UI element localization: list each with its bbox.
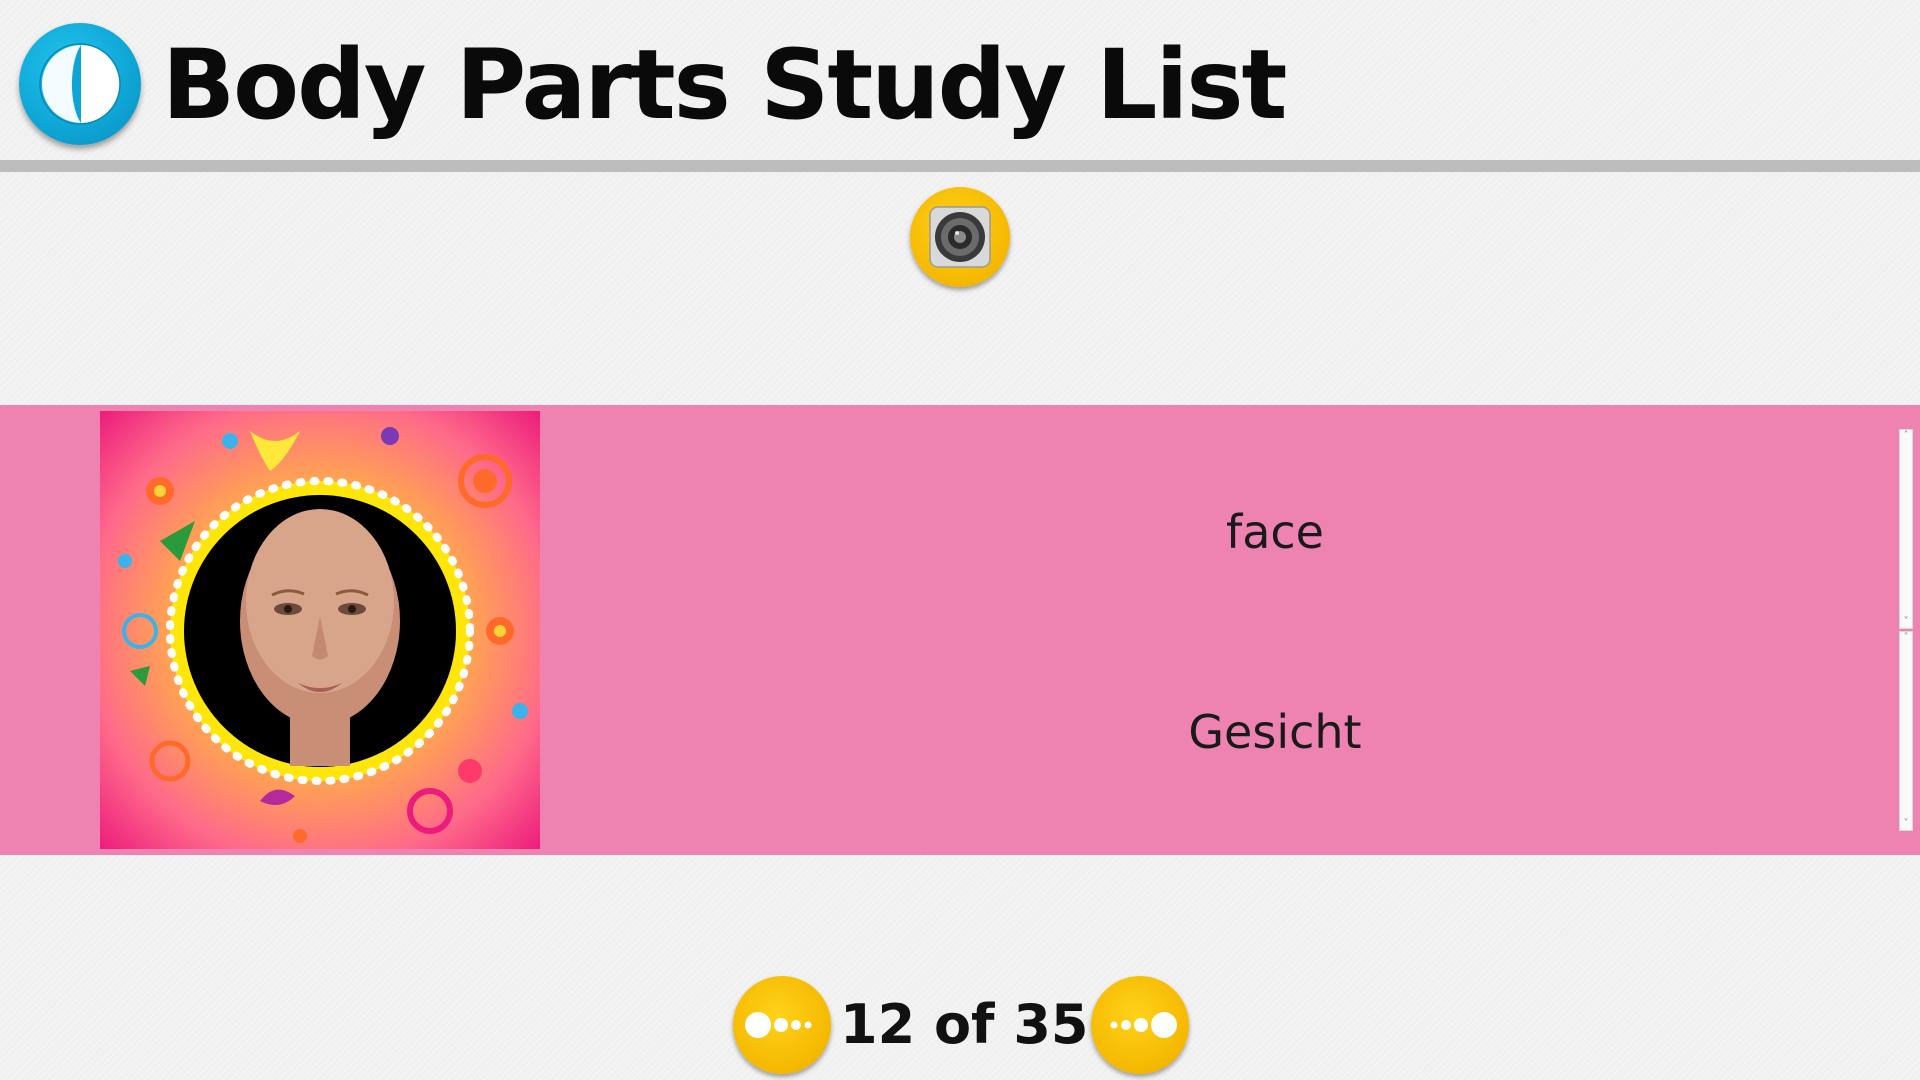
play-audio-button[interactable] [910,187,1010,287]
previous-button[interactable] [733,976,831,1074]
next-button[interactable] [1091,976,1189,1074]
page-counter: 12 of 35 [840,993,1089,1056]
header-divider [0,160,1920,172]
speaker-icon [929,206,991,268]
scroll-down-icon[interactable]: ˅ [1900,818,1912,830]
page-title: Body Parts Study List [162,29,1287,141]
english-scrollbar[interactable]: ˄ ˅ [1899,429,1913,629]
german-scrollbar[interactable]: ˄ ˅ [1899,631,1913,831]
scroll-up-icon[interactable]: ˄ [1900,430,1912,442]
english-word: face [1226,505,1324,559]
scroll-down-icon[interactable]: ˅ [1900,616,1912,628]
header: Body Parts Study List [0,0,1920,160]
german-word: Gesicht [1188,705,1362,759]
face-image [100,411,540,849]
previous-dots-icon [745,1012,812,1038]
flashcard: face Gesicht ˄ ˅ ˄ ˅ [0,405,1920,855]
back-button[interactable] [19,23,141,145]
back-arrow-icon [39,43,121,125]
next-dots-icon [1110,1012,1177,1038]
scroll-up-icon[interactable]: ˄ [1900,632,1912,644]
